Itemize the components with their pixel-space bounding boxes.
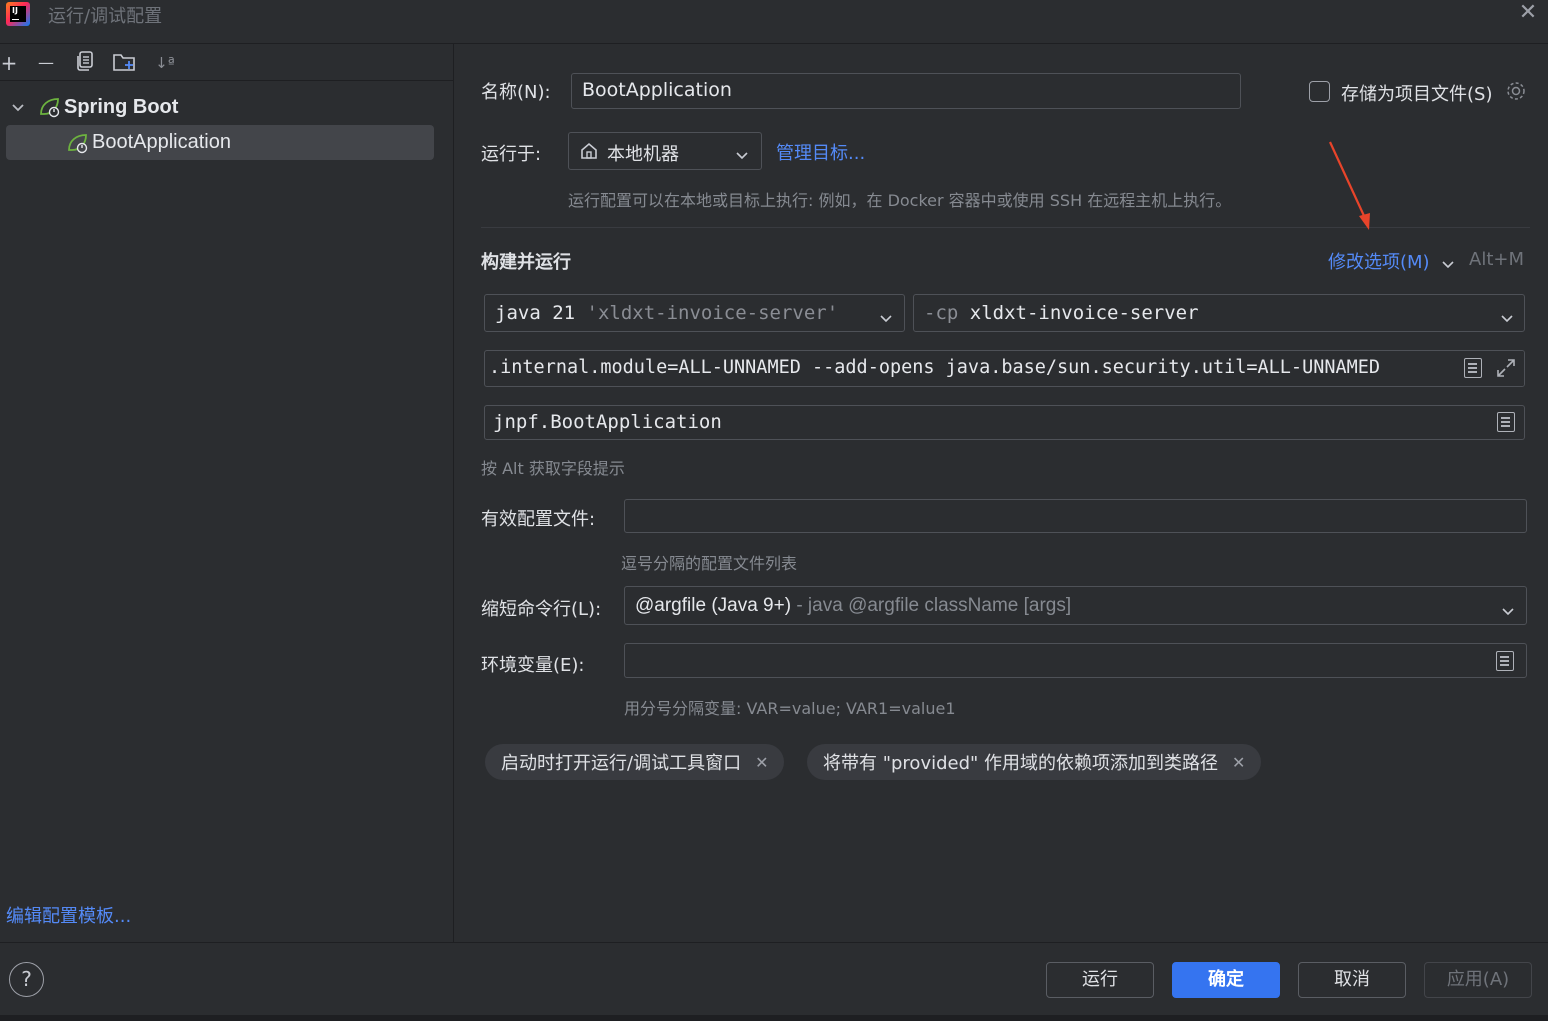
vm-options-value: .internal.module=ALL-UNNAMED --add-opens… [489, 357, 1381, 378]
tree-group-spring-boot[interactable]: Spring Boot [6, 89, 434, 125]
shorten-cmdline-label: 缩短命令行(L): [481, 599, 602, 620]
run-on-select[interactable]: 本地机器 [568, 132, 762, 170]
window-title: 运行/调试配置 [48, 6, 163, 27]
run-on-value: 本地机器 [607, 144, 679, 165]
active-profiles-label: 有效配置文件: [481, 509, 596, 530]
chevron-down-icon [1500, 308, 1514, 329]
run-on-label: 运行于: [481, 144, 542, 165]
toolbar-divider [0, 80, 453, 81]
name-label: 名称(N): [481, 82, 551, 103]
chevron-down-icon[interactable] [1441, 254, 1455, 275]
env-vars-label: 环境变量(E): [481, 655, 585, 676]
maximize-icon[interactable] [1495, 357, 1517, 384]
copy-icon[interactable] [72, 50, 98, 76]
active-profiles-hint: 逗号分隔的配置文件列表 [621, 554, 798, 573]
chevron-down-icon [735, 145, 749, 166]
store-as-project-file-checkbox[interactable] [1309, 81, 1330, 102]
main-class-value: jnpf.BootApplication [493, 411, 722, 433]
manage-targets-link[interactable]: 管理目标... [776, 139, 865, 165]
close-icon[interactable]: ✕ [1232, 753, 1245, 772]
name-field[interactable]: BootApplication [571, 73, 1241, 109]
jdk-module: 'xldxt-invoice-server' [586, 302, 839, 324]
browse-class-icon[interactable] [1497, 412, 1515, 432]
add-icon[interactable]: + [0, 50, 22, 76]
tree-item-label: BootApplication [92, 131, 231, 153]
run-button[interactable]: 运行 [1046, 962, 1154, 998]
shorten-cmdline-value: @argfile (Java 9+) [635, 595, 792, 616]
env-vars-hint: 用分号分隔变量: VAR=value; VAR1=value1 [624, 699, 956, 718]
chevron-down-icon [1501, 601, 1515, 622]
store-as-project-file-label: 存储为项目文件(S) [1341, 84, 1493, 105]
spring-boot-icon [38, 96, 62, 118]
close-icon[interactable]: ✕ [755, 753, 768, 772]
tree-item-bootapplication[interactable]: BootApplication [6, 125, 434, 160]
sort-icon[interactable]: ↓ª [152, 50, 178, 76]
main-class-field[interactable]: jnpf.BootApplication [484, 405, 1525, 440]
configuration-form [455, 44, 1548, 942]
annotation-arrow [1325, 140, 1375, 237]
run-on-hint: 运行配置可以在本地或目标上执行: 例如，在 Docker 容器中或使用 SSH … [568, 191, 1232, 210]
active-profiles-field[interactable] [624, 499, 1527, 533]
classpath-select[interactable]: -cp xldxt-invoice-server [913, 294, 1525, 332]
edit-env-vars-icon[interactable] [1496, 651, 1514, 671]
configurations-sidebar [0, 44, 454, 942]
jdk-version: java 21 [495, 302, 576, 324]
remove-icon[interactable]: — [33, 50, 59, 76]
help-button[interactable]: ? [9, 962, 44, 997]
classpath-value: xldxt-invoice-server [969, 302, 1199, 324]
shorten-cmdline-detail: - java @argfile className [args] [796, 595, 1072, 616]
home-icon [579, 141, 599, 166]
vm-options-field[interactable]: .internal.module=ALL-UNNAMED --add-opens… [484, 350, 1525, 387]
option-chip-label: 将带有 "provided" 作用域的依赖项添加到类路径 [823, 753, 1219, 774]
shorten-cmdline-select[interactable]: @argfile (Java 9+) - java @argfile class… [624, 586, 1527, 625]
intellij-logo-icon: IJ [6, 2, 30, 26]
spring-boot-icon [66, 132, 90, 154]
chevron-down-icon [879, 308, 893, 329]
alt-hint: 按 Alt 获取字段提示 [481, 459, 625, 478]
chevron-down-icon[interactable] [6, 98, 30, 117]
apply-button[interactable]: 应用(A) [1424, 962, 1532, 998]
name-value: BootApplication [582, 79, 732, 101]
gear-icon[interactable] [1505, 80, 1527, 107]
tree-group-label: Spring Boot [64, 95, 179, 118]
close-icon[interactable]: ✕ [1516, 2, 1540, 24]
option-chip-label: 启动时打开运行/调试工具窗口 [501, 753, 742, 774]
modify-options-link[interactable]: 修改选项(M) [1328, 248, 1430, 274]
cancel-button[interactable]: 取消 [1298, 962, 1406, 998]
edit-templates-link[interactable]: 编辑配置模板... [6, 902, 131, 928]
option-chip[interactable]: 将带有 "provided" 作用域的依赖项添加到类路径 ✕ [807, 744, 1262, 780]
build-and-run-heading: 构建并运行 [481, 252, 571, 273]
modify-options-shortcut: Alt+M [1469, 249, 1524, 270]
title-bar [0, 0, 1548, 44]
jdk-select[interactable]: java 21 'xldxt-invoice-server' [484, 294, 905, 332]
env-vars-field[interactable] [624, 643, 1527, 678]
classpath-prefix: -cp [924, 302, 959, 324]
ok-button[interactable]: 确定 [1172, 962, 1280, 998]
new-folder-icon[interactable] [112, 50, 138, 76]
window-bottom-edge [0, 1015, 1548, 1021]
option-chip[interactable]: 启动时打开运行/调试工具窗口 ✕ [485, 744, 785, 780]
expand-text-icon[interactable] [1464, 358, 1482, 378]
